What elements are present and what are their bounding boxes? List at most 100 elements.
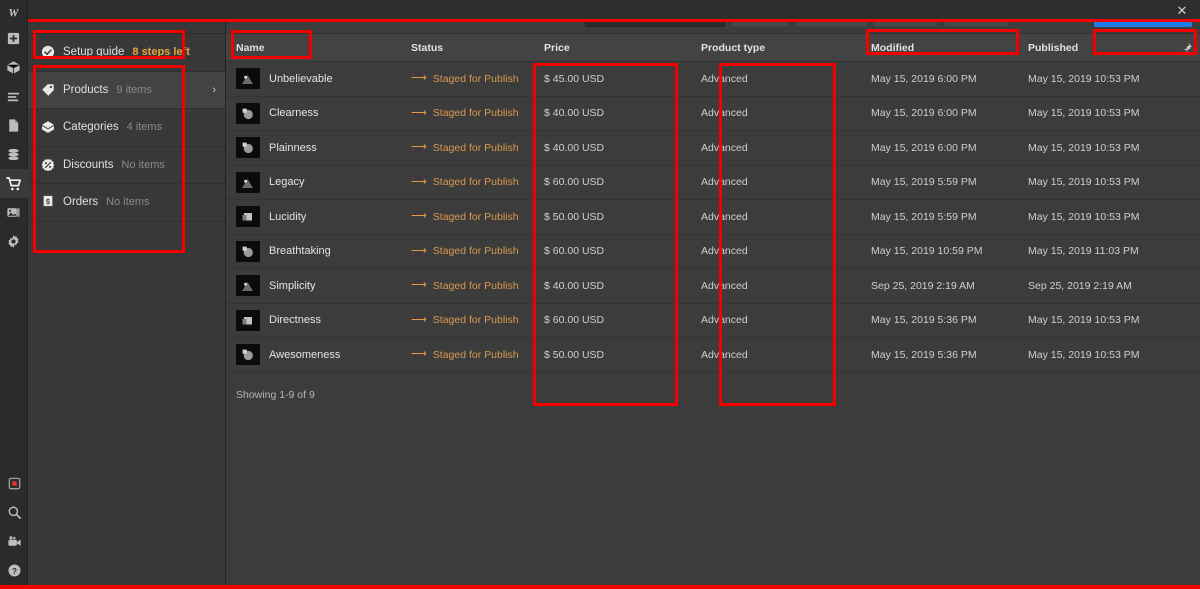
product-price-cell: $ 40.00 USD bbox=[544, 141, 605, 154]
showing-count: Showing 1-9 of 9 bbox=[236, 388, 315, 401]
panel-item-list: Setup guide 8 steps left Products 9 item… bbox=[28, 34, 225, 222]
product-name-label: Directness bbox=[269, 314, 321, 327]
product-type-cell: Advanced bbox=[701, 279, 748, 292]
status-badge: Staged for Publish bbox=[432, 141, 519, 154]
product-price-cell: $ 60.00 USD bbox=[544, 176, 605, 189]
video-tutorial-icon[interactable] bbox=[0, 527, 28, 556]
status-badge: Staged for Publish bbox=[432, 210, 519, 223]
table-row[interactable]: Clearness ⟶ Staged for Publish $ 40.00 USD A… bbox=[226, 96, 1200, 131]
table-row[interactable]: Simplicity ⟶ Staged for Publish $ 40.00 USD… bbox=[226, 269, 1200, 304]
column-header-price[interactable]: Price bbox=[534, 42, 691, 54]
ecommerce-cart-icon[interactable] bbox=[0, 169, 28, 198]
chevron-right-icon[interactable]: › bbox=[212, 84, 216, 96]
product-type-cell: Advanced bbox=[701, 314, 748, 327]
column-header-published[interactable]: Published bbox=[1018, 42, 1174, 54]
product-price-cell: $ 50.00 USD bbox=[544, 210, 605, 223]
product-modified-cell: May 15, 2019 6:00 PM bbox=[871, 141, 977, 154]
product-name-cell[interactable]: Lucidity bbox=[226, 206, 401, 228]
column-header-status[interactable]: Status bbox=[401, 42, 534, 54]
table-row[interactable]: Unbelievable ⟶ Staged for Publish $ 45.00 U… bbox=[226, 62, 1200, 97]
record-icon[interactable] bbox=[0, 469, 28, 498]
window-close-icon[interactable]: ✕ bbox=[1164, 0, 1200, 22]
settings-gear-icon[interactable] bbox=[0, 227, 28, 256]
add-element-icon[interactable] bbox=[0, 24, 28, 53]
window-top-bar bbox=[28, 0, 1200, 22]
product-thumbnail-image bbox=[236, 344, 260, 366]
product-modified-cell: May 15, 2019 10:59 PM bbox=[871, 245, 983, 258]
product-published-cell: May 15, 2019 10:53 PM bbox=[1028, 314, 1140, 327]
table-row[interactable]: Plainness ⟶ Staged for Publish $ 40.00 USD A… bbox=[226, 131, 1200, 166]
panel-item-setup-guide[interactable]: Setup guide 8 steps left bbox=[28, 34, 225, 72]
left-icon-rail: W ? bbox=[0, 0, 28, 589]
ecommerce-panel: Ecommerce ✕ Setup guide 8 steps left Pro… bbox=[28, 0, 226, 589]
product-name-cell[interactable]: Clearness bbox=[226, 102, 401, 124]
product-price-cell: $ 40.00 USD bbox=[544, 279, 605, 292]
column-header-name[interactable]: Name bbox=[226, 42, 401, 54]
assets-icon[interactable] bbox=[0, 198, 28, 227]
table-row[interactable]: Awesomeness ⟶ Staged for Publish $ 50.00 US… bbox=[226, 338, 1200, 373]
product-name-cell[interactable]: Plainness bbox=[226, 137, 401, 159]
panel-item-label: Orders bbox=[63, 196, 99, 209]
tag-icon bbox=[40, 82, 55, 97]
product-thumbnail-image bbox=[236, 206, 260, 228]
panel-item-orders[interactable]: $ Orders No items bbox=[28, 184, 225, 222]
product-name-cell[interactable]: Directness bbox=[226, 309, 401, 331]
product-name-cell[interactable]: Breathtaking bbox=[226, 240, 401, 262]
product-type-cell: Advanced bbox=[701, 348, 748, 361]
product-status-cell: ⟶ Staged for Publish bbox=[401, 107, 534, 119]
pages-icon[interactable] bbox=[0, 111, 28, 140]
panel-item-label: Discounts bbox=[63, 158, 114, 171]
status-badge: Staged for Publish bbox=[432, 314, 519, 327]
arrow-right-icon: ⟶ bbox=[411, 314, 427, 326]
help-icon[interactable]: ? bbox=[0, 556, 28, 585]
status-badge: Staged for Publish bbox=[432, 107, 519, 120]
table-row[interactable]: Breathtaking ⟶ Staged for Publish $ 60.00 U… bbox=[226, 234, 1200, 269]
components-icon[interactable] bbox=[0, 53, 28, 82]
product-published-cell: May 15, 2019 10:53 PM bbox=[1028, 348, 1140, 361]
product-type-cell: Advanced bbox=[701, 210, 748, 223]
product-thumbnail-image bbox=[236, 171, 260, 193]
panel-item-products[interactable]: Products 9 items › bbox=[28, 71, 225, 109]
webflow-designer-window: W ? Setup guide 8 steps left Products 9 … bbox=[0, 0, 1200, 589]
webflow-logo-icon[interactable]: W bbox=[0, 0, 28, 24]
product-status-cell: ⟶ Staged for Publish bbox=[401, 176, 534, 188]
panel-item-label: Products bbox=[63, 83, 109, 96]
column-header-product-type[interactable]: Product type bbox=[691, 42, 861, 54]
product-modified-cell: May 15, 2019 5:36 PM bbox=[871, 314, 977, 327]
product-modified-cell: May 15, 2019 5:59 PM bbox=[871, 176, 977, 189]
table-row[interactable]: Legacy ⟶ Staged for Publish $ 60.00 USD Adva… bbox=[226, 165, 1200, 200]
product-type-cell: Advanced bbox=[701, 245, 748, 258]
product-status-cell: ⟶ Staged for Publish bbox=[401, 349, 534, 361]
table-body: Unbelievable ⟶ Staged for Publish $ 45.00 U… bbox=[226, 62, 1200, 373]
cms-collections-icon[interactable] bbox=[0, 140, 28, 169]
arrow-right-icon: ⟶ bbox=[411, 210, 427, 223]
product-name-label: Plainness bbox=[269, 141, 317, 154]
discount-badge-icon bbox=[40, 157, 55, 172]
pin-column-icon[interactable] bbox=[1174, 42, 1200, 54]
product-type-cell: Advanced bbox=[701, 141, 748, 154]
column-header-modified[interactable]: Modified bbox=[861, 42, 1018, 54]
search-icon[interactable] bbox=[0, 498, 28, 527]
arrow-right-icon: ⟶ bbox=[411, 176, 427, 188]
product-published-cell: May 15, 2019 10:53 PM bbox=[1028, 107, 1140, 120]
table-row[interactable]: Lucidity ⟶ Staged for Publish $ 50.00 USD Ad… bbox=[226, 200, 1200, 235]
product-modified-cell: May 15, 2019 5:36 PM bbox=[871, 348, 977, 361]
product-thumbnail-image bbox=[236, 275, 260, 297]
table-row[interactable]: Directness ⟶ Staged for Publish $ 60.00 USD… bbox=[226, 303, 1200, 338]
product-name-cell[interactable]: Unbelievable bbox=[226, 68, 401, 90]
check-circle-icon bbox=[40, 45, 55, 60]
product-type-cell: Advanced bbox=[701, 107, 748, 120]
panel-item-categories[interactable]: Categories 4 items bbox=[28, 109, 225, 147]
product-modified-cell: May 15, 2019 5:59 PM bbox=[871, 210, 977, 223]
product-price-cell: $ 60.00 USD bbox=[544, 245, 605, 258]
product-price-cell: $ 50.00 USD bbox=[544, 348, 605, 361]
product-status-cell: ⟶ Staged for Publish bbox=[401, 211, 534, 223]
product-name-cell[interactable]: Simplicity bbox=[226, 275, 401, 297]
navigator-icon[interactable] bbox=[0, 82, 28, 111]
product-published-cell: May 15, 2019 10:53 PM bbox=[1028, 176, 1140, 189]
product-name-cell[interactable]: Awesomeness bbox=[226, 344, 401, 366]
panel-item-discounts[interactable]: Discounts No items bbox=[28, 147, 225, 184]
product-published-cell: May 15, 2019 10:53 PM bbox=[1028, 72, 1140, 85]
product-name-cell[interactable]: Legacy bbox=[226, 171, 401, 193]
status-badge: Staged for Publish bbox=[432, 72, 519, 85]
